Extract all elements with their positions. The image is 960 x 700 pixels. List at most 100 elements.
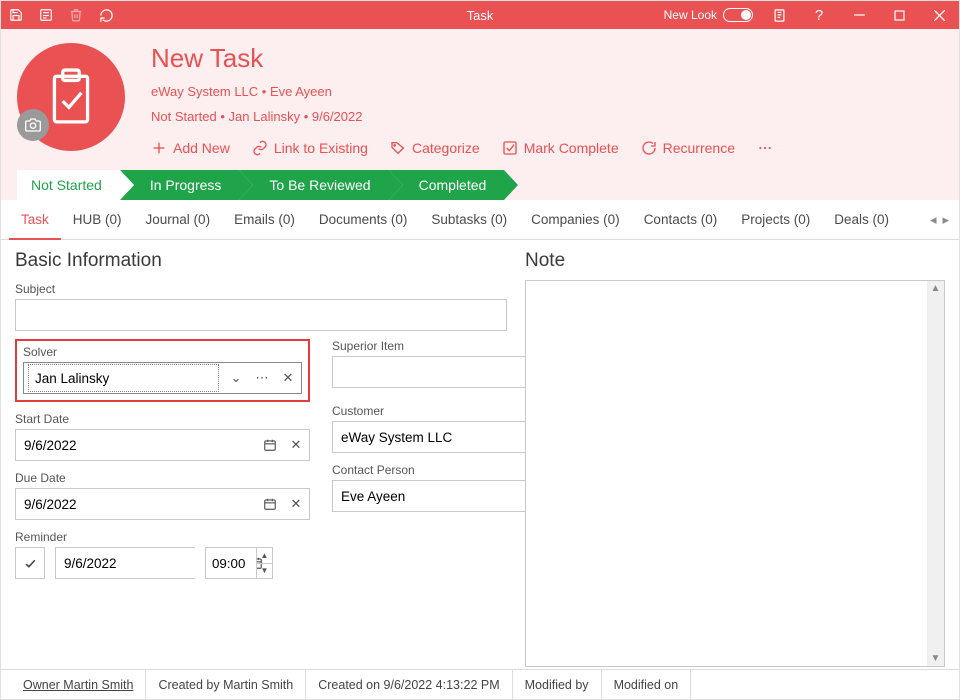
start-date-field[interactable]: ✕ (15, 429, 310, 461)
calendar-icon (263, 497, 277, 511)
note-title: Note (525, 250, 945, 272)
calendar-icon (263, 438, 277, 452)
start-date-input[interactable] (16, 430, 257, 460)
due-date-label: Due Date (15, 471, 310, 485)
close-button[interactable] (919, 1, 959, 29)
solver-dropdown-button[interactable]: ⌄ (223, 363, 249, 393)
refresh-button[interactable] (91, 1, 121, 29)
tabs-scroll-left[interactable]: ◂ (928, 212, 939, 228)
stage-to-be-reviewed[interactable]: To Be Reviewed (239, 170, 388, 200)
reminder-date-field[interactable] (55, 547, 195, 579)
reminder-time-field[interactable]: ▲ ▼ (205, 547, 273, 579)
notes-button[interactable] (759, 1, 799, 29)
tab-subtasks[interactable]: Subtasks (0) (419, 200, 519, 240)
subject-input[interactable] (16, 300, 506, 330)
link-icon (252, 140, 268, 156)
due-date-picker-button[interactable] (257, 489, 283, 519)
scroll-down-icon: ▼ (931, 653, 941, 664)
check-square-icon (502, 140, 518, 156)
link-existing-button[interactable]: Link to Existing (252, 140, 368, 156)
stage-completed[interactable]: Completed (389, 170, 505, 200)
check-icon (24, 557, 37, 570)
change-image-button[interactable] (17, 109, 49, 141)
created-by-cell: Created by Martin Smith (146, 670, 306, 699)
help-button[interactable]: ? (799, 1, 839, 29)
delete-button[interactable] (61, 1, 91, 29)
x-icon: ✕ (283, 370, 294, 386)
due-date-clear-button[interactable]: ✕ (283, 489, 309, 519)
minimize-button[interactable] (839, 1, 879, 29)
subject-label: Subject (15, 282, 507, 296)
save-close-button[interactable] (31, 1, 61, 29)
contact-input[interactable] (333, 481, 526, 511)
save-close-icon (39, 8, 53, 22)
x-icon: ✕ (291, 437, 302, 453)
close-icon (934, 10, 945, 21)
tab-documents[interactable]: Documents (0) (307, 200, 420, 240)
modified-by-cell: Modified by (513, 670, 602, 699)
camera-icon (25, 117, 41, 133)
solver-clear-button[interactable]: ✕ (275, 363, 301, 393)
page-title: New Task (151, 41, 943, 74)
more-icon: ⋯ (256, 370, 269, 386)
toggle-switch-icon (723, 8, 753, 22)
recurrence-button[interactable]: Recurrence (641, 140, 735, 156)
help-icon: ? (815, 7, 823, 24)
solver-label: Solver (23, 345, 302, 359)
note-input[interactable] (526, 281, 927, 666)
time-down-button[interactable]: ▼ (257, 564, 272, 579)
tab-task[interactable]: Task (9, 200, 61, 240)
plus-icon (151, 140, 167, 156)
workflow-stages: Not Started In Progress To Be Reviewed C… (17, 170, 943, 200)
solver-field[interactable]: ⌄ ⋯ ✕ (23, 362, 302, 394)
tab-companies[interactable]: Companies (0) (519, 200, 632, 240)
reminder-label: Reminder (15, 530, 310, 544)
notes-icon (772, 8, 787, 23)
stage-in-progress[interactable]: In Progress (120, 170, 240, 200)
start-date-clear-button[interactable]: ✕ (283, 430, 309, 460)
x-icon: ✕ (291, 496, 302, 512)
solver-input[interactable] (27, 363, 220, 393)
categorize-button[interactable]: Categorize (390, 140, 480, 156)
superior-input[interactable] (333, 357, 526, 387)
stage-not-started[interactable]: Not Started (17, 170, 120, 200)
due-date-input[interactable] (16, 489, 257, 519)
reminder-checkbox[interactable] (15, 547, 45, 579)
tab-deals[interactable]: Deals (0) (822, 200, 901, 240)
solver-browse-button[interactable]: ⋯ (249, 363, 275, 393)
tab-contacts[interactable]: Contacts (0) (632, 200, 730, 240)
customer-input[interactable] (333, 422, 526, 452)
more-actions-button[interactable] (757, 140, 773, 156)
chevron-down-icon: ⌄ (231, 370, 242, 386)
status-bar: Owner Martin Smith Created by Martin Smi… (1, 669, 959, 699)
basic-info-title: Basic Information (15, 250, 507, 272)
save-button[interactable] (1, 1, 31, 29)
tabs-scroll-right[interactable]: ▸ (940, 212, 951, 228)
add-new-button[interactable]: Add New (151, 140, 230, 156)
start-date-picker-button[interactable] (257, 430, 283, 460)
owner-cell[interactable]: Owner Martin Smith (11, 670, 146, 699)
tag-icon (390, 140, 406, 156)
recurrence-icon (641, 140, 657, 156)
reminder-time-input[interactable] (206, 548, 256, 578)
start-date-label: Start Date (15, 412, 310, 426)
note-scrollbar[interactable]: ▲ ▼ (927, 281, 944, 666)
maximize-button[interactable] (879, 1, 919, 29)
tab-projects[interactable]: Projects (0) (729, 200, 822, 240)
clipboard-check-icon (46, 68, 96, 126)
trash-icon (69, 8, 83, 22)
tab-emails[interactable]: Emails (0) (222, 200, 307, 240)
more-icon (757, 140, 773, 156)
due-date-field[interactable]: ✕ (15, 488, 310, 520)
tab-journal[interactable]: Journal (0) (134, 200, 223, 240)
mark-complete-button[interactable]: Mark Complete (502, 140, 619, 156)
time-up-button[interactable]: ▲ (257, 548, 272, 564)
tab-hub[interactable]: HUB (0) (61, 200, 134, 240)
tabs: Task HUB (0) Journal (0) Emails (0) Docu… (9, 200, 928, 240)
scroll-up-icon: ▲ (931, 283, 941, 294)
subject-field[interactable] (15, 299, 507, 331)
minimize-icon (854, 10, 865, 21)
new-look-toggle[interactable]: New Look (658, 8, 759, 22)
maximize-icon (894, 10, 905, 21)
new-look-label: New Look (664, 8, 717, 22)
